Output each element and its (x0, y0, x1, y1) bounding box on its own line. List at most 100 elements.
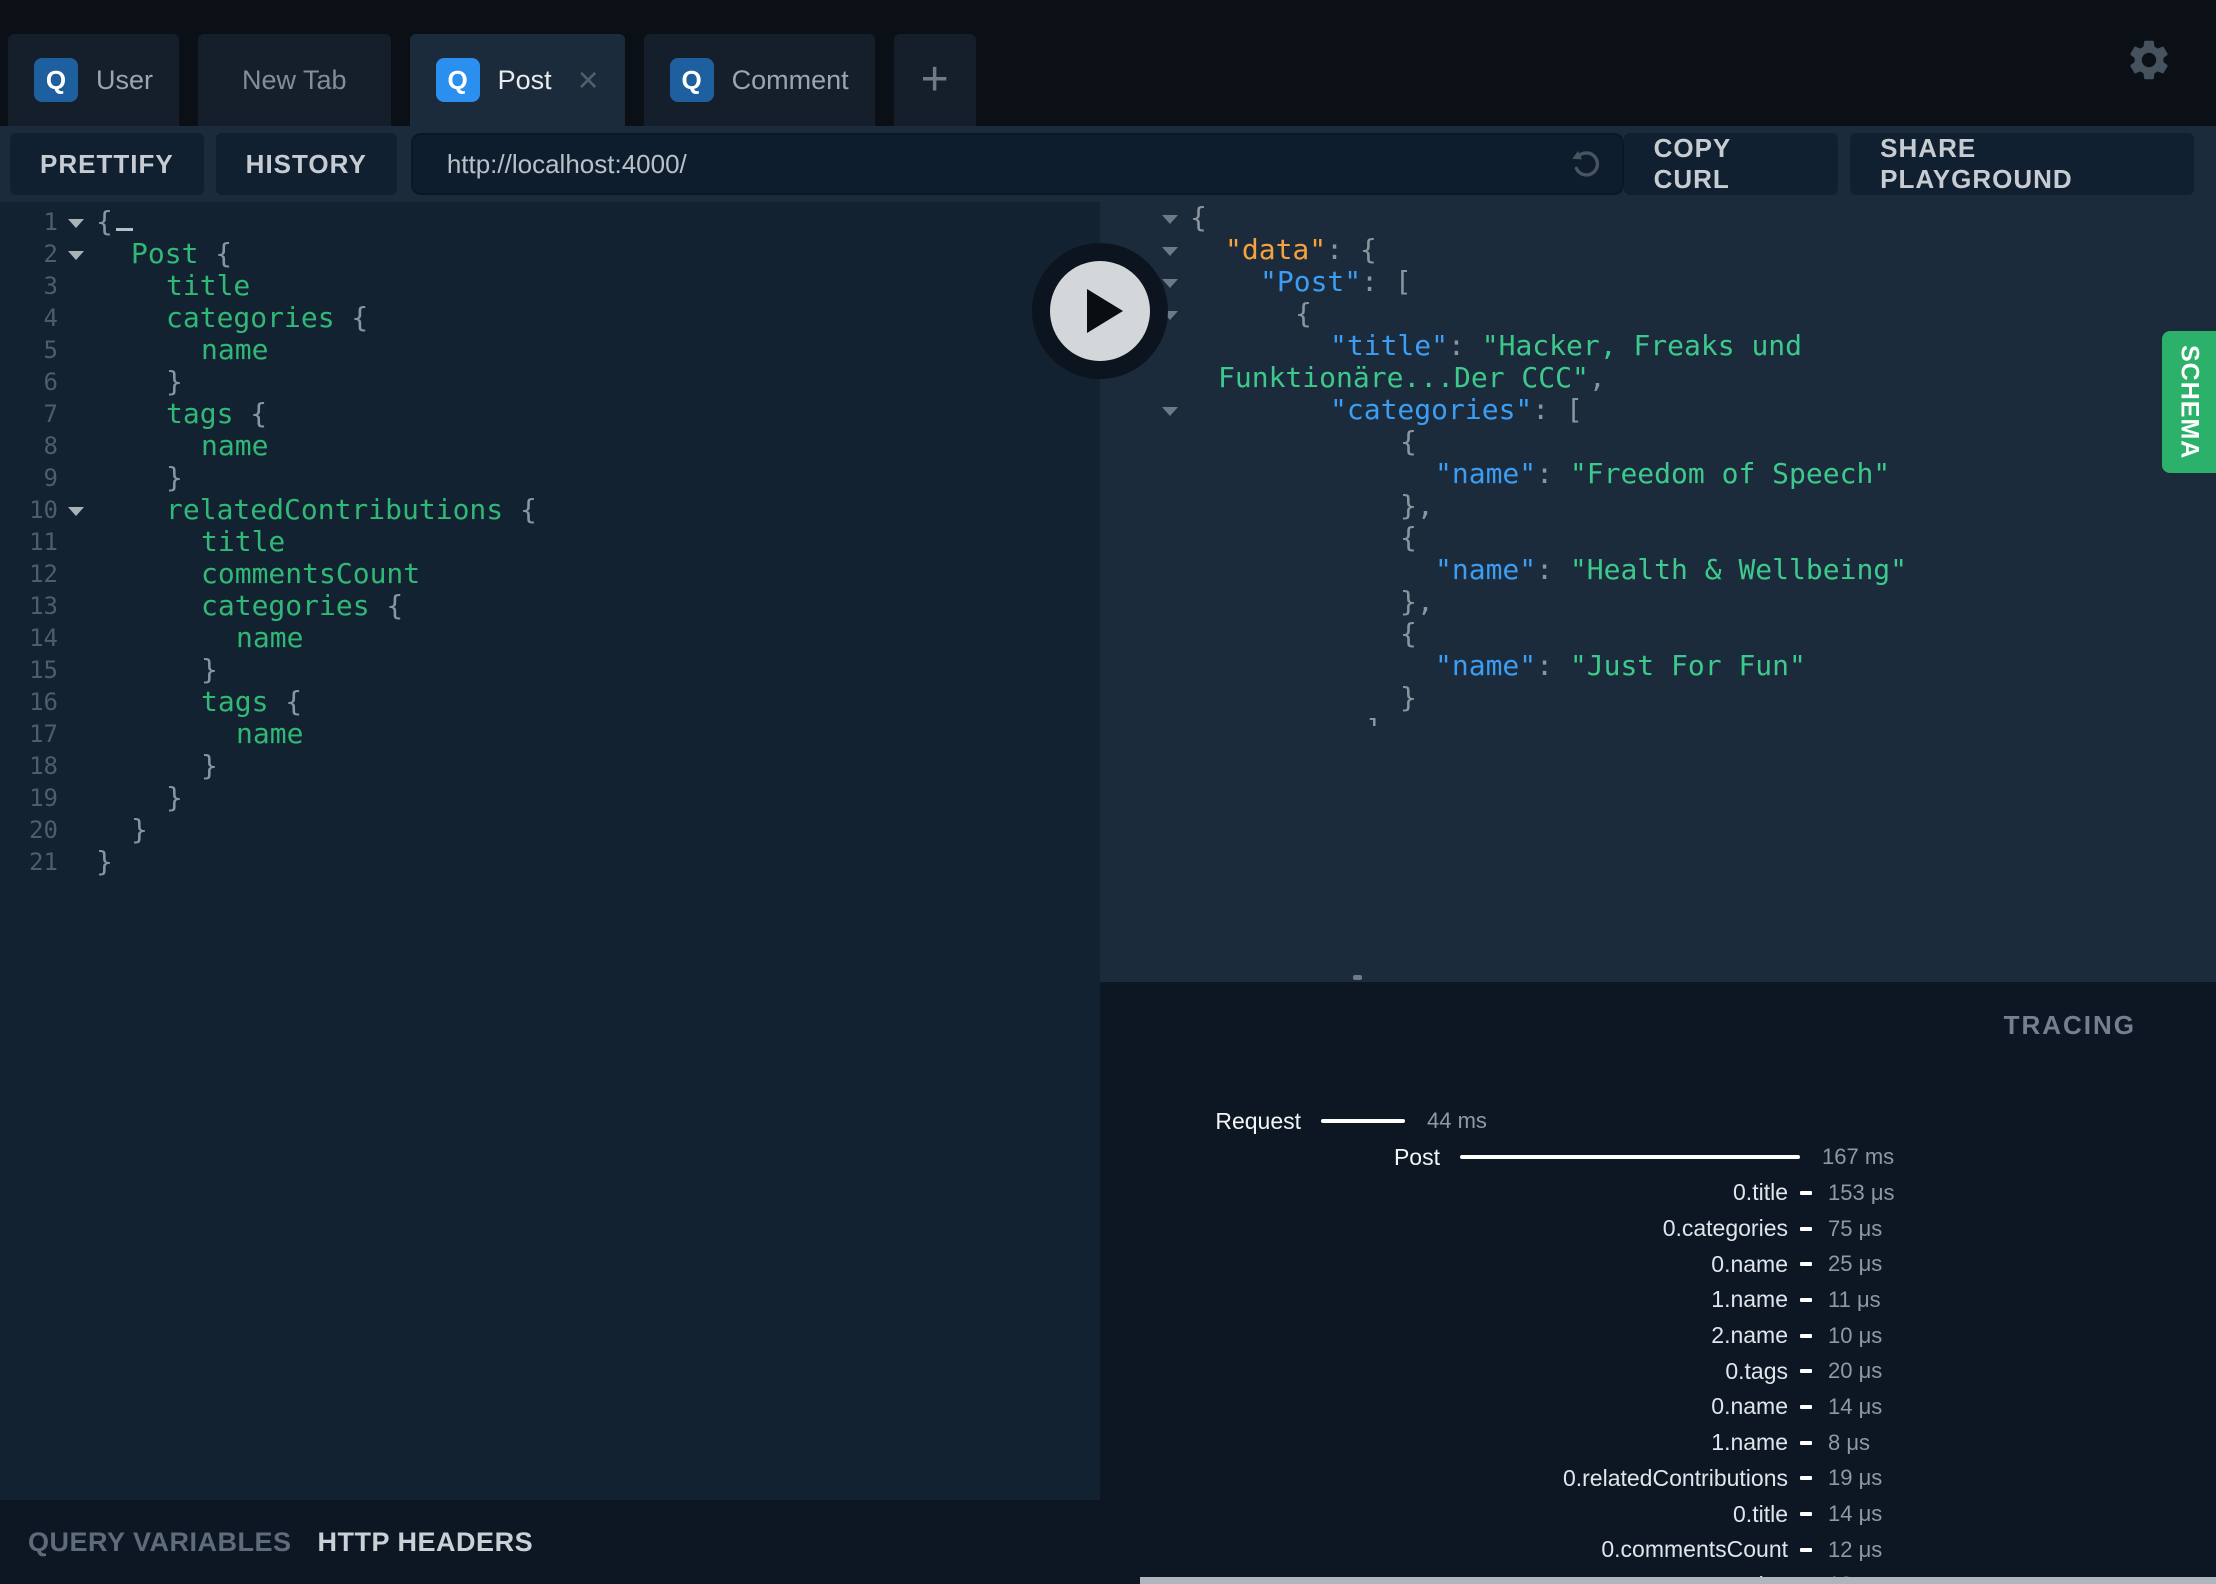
response-code-line: }, (1100, 490, 2216, 522)
schema-tab-label: SCHEMA (2175, 344, 2204, 460)
tracing-field-bar (1800, 1404, 1812, 1409)
editor-code-line: 17 name (0, 718, 1100, 750)
code-token: { (233, 397, 268, 430)
add-tab-button[interactable]: + (893, 34, 976, 126)
tracing-scrollbar[interactable] (1140, 1577, 2216, 1584)
code-text: commentsCount (96, 558, 1100, 590)
reload-icon[interactable] (1566, 144, 1606, 184)
fold-arrow[interactable] (1162, 394, 1190, 426)
editor-code-line: 20} (0, 814, 1100, 846)
fold-triangle-icon (68, 251, 84, 260)
code-text: "data": { (1190, 234, 2216, 266)
code-text: } (96, 846, 1100, 878)
code-text: "title": "Hacker, Freaks und (1190, 330, 2216, 362)
tracing-panel: TRACING Request 44 ms Post 167 ms 0.title 153… (1100, 982, 2216, 1584)
code-text: title (96, 526, 1100, 558)
code-text: "name": "Health & Wellbeing" (1190, 554, 2216, 586)
endpoint-url-input[interactable] (410, 133, 1624, 195)
code-token: "categories" (1330, 393, 1533, 426)
code-text: } (96, 366, 1100, 398)
tab-comment[interactable]: Q Comment (643, 34, 875, 126)
prettify-button[interactable]: PRETTIFY (10, 133, 204, 195)
history-button[interactable]: HISTORY (215, 133, 397, 195)
code-text: } (96, 814, 1100, 846)
share-playground-button[interactable]: SHARE PLAYGROUND (1850, 133, 2194, 195)
code-token: }, (1400, 489, 1434, 522)
tracing-field-row: 0.title 153 μs (1100, 1175, 2216, 1211)
fold-arrow[interactable] (58, 238, 96, 270)
tab-query-variables[interactable]: QUERY VARIABLES (28, 1527, 292, 1558)
code-text: title (96, 270, 1100, 302)
code-text: categories { (96, 302, 1100, 334)
tracing-field-value: 153 μs (1828, 1179, 1895, 1205)
tab-post[interactable]: Q Post × (409, 34, 625, 126)
editor-code-line: 9} (0, 462, 1100, 494)
code-token: { (1400, 425, 1417, 458)
code-text: { (1190, 618, 2216, 650)
close-icon[interactable]: × (578, 62, 599, 98)
code-token: commentsCount (201, 557, 421, 590)
editor-code-line: 2 Post { (0, 238, 1100, 270)
code-token: { (369, 589, 404, 622)
editor-code-line: 10 relatedContributions { (0, 494, 1100, 526)
tab-http-headers[interactable]: HTTP HEADERS (318, 1527, 534, 1558)
tracing-span-bar (1321, 1119, 1405, 1123)
editor-code-line: 8 name (0, 430, 1100, 462)
tracing-field-bar (1800, 1190, 1812, 1195)
code-token: relatedContributions (166, 493, 504, 526)
code-token: "Post" (1260, 265, 1362, 298)
tracing-field-row: 0.tags 20 μs (1100, 1353, 2216, 1389)
code-text: } (96, 782, 1100, 814)
code-text: categories { (96, 590, 1100, 622)
tracing-field-label: 0.name (1711, 1393, 1788, 1420)
tab-user[interactable]: Q User (8, 34, 180, 126)
code-token: "Freedom of Speech" (1569, 457, 1891, 490)
code-text: Post { (96, 238, 1100, 270)
line-number: 16 (29, 688, 58, 716)
code-token: : (1536, 649, 1570, 682)
plus-icon: + (920, 53, 949, 106)
code-text: ] (1190, 714, 2216, 727)
code-text: "name": "Just For Fun" (1190, 650, 2216, 682)
code-token: title (201, 525, 286, 558)
tab-new-tab[interactable]: New Tab (198, 34, 391, 126)
code-token: "data" (1225, 233, 1327, 266)
code-token: }, (1400, 585, 1434, 618)
fold-arrow[interactable] (1162, 202, 1190, 234)
fold-arrow[interactable] (58, 206, 96, 238)
tracing-field-bar (1800, 1297, 1812, 1302)
tracing-field-value: 12 μs (1828, 1536, 1883, 1562)
tracing-field-value: 14 μs (1828, 1393, 1883, 1419)
tracing-rows: Request 44 ms Post 167 ms 0.title 153 μs 0.cat… (1100, 1103, 2216, 1584)
response-json: {"data": {"Post": [{"title": "Hacker, Fr… (1100, 202, 2216, 726)
schema-side-tab[interactable]: SCHEMA (2162, 331, 2216, 473)
fold-arrow[interactable] (1162, 266, 1190, 298)
code-token: tags (201, 685, 269, 718)
line-number: 18 (29, 752, 58, 780)
code-token: { (1295, 297, 1312, 330)
endpoint-url-wrap (410, 133, 1624, 195)
code-text: name (96, 334, 1100, 366)
settings-gear-icon[interactable] (2125, 36, 2173, 84)
execute-query-button[interactable] (1032, 243, 1168, 379)
code-token: : { (1326, 233, 1377, 266)
query-badge-icon: Q (669, 58, 714, 102)
code-text: } (1190, 682, 2216, 714)
tracing-field-label: 0.categories (1662, 1215, 1788, 1242)
response-code-line: "categories": [ (1100, 394, 2216, 426)
tracing-span-label: Request (1215, 1107, 1301, 1134)
fold-arrow[interactable] (1162, 234, 1190, 266)
tracing-field-row: 0.categories 75 μs (1100, 1211, 2216, 1247)
copy-curl-button[interactable]: COPY CURL (1623, 133, 1839, 195)
tracing-field-label: 0.title (1733, 1179, 1788, 1206)
editor-code-line: 5 name (0, 334, 1100, 366)
query-editor[interactable]: 1{2 Post {3 title 4 categories {5 name 6} 7 tags… (0, 202, 1100, 1500)
response-scrollbar[interactable] (1353, 975, 1362, 980)
response-code-line: } (1100, 682, 2216, 714)
code-text: } (96, 462, 1100, 494)
response-code-line: { (1100, 298, 2216, 330)
fold-arrow[interactable] (58, 494, 96, 526)
